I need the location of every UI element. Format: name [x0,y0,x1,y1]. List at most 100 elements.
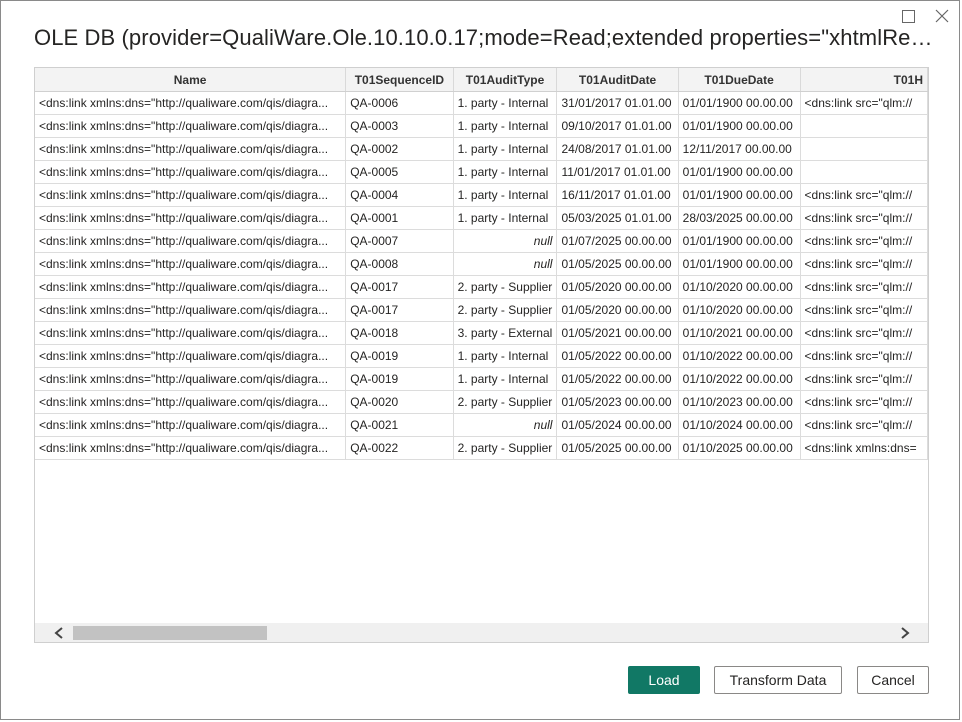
table-cell[interactable]: <dns:link src="qlm:// [800,390,928,414]
column-header[interactable]: T01AuditType [453,68,558,92]
table-cell[interactable]: <dns:link src="qlm:// [800,183,928,207]
table-cell[interactable]: 28/03/2025 00.00.00 [678,206,801,230]
table-row[interactable]: <dns:link xmlns:dns="http://qualiware.co… [35,252,928,276]
chevron-left-icon[interactable] [51,625,67,641]
table-row[interactable]: <dns:link xmlns:dns="http://qualiware.co… [35,160,928,184]
chevron-right-icon[interactable] [897,625,913,641]
table-row[interactable]: <dns:link xmlns:dns="http://qualiware.co… [35,390,928,414]
table-cell[interactable]: <dns:link xmlns:dns="http://qualiware.co… [35,367,347,391]
table-cell[interactable]: <dns:link xmlns:dns="http://qualiware.co… [35,321,347,345]
table-cell[interactable]: QA-0005 [345,160,454,184]
table-cell[interactable]: <dns:link xmlns:dns="http://qualiware.co… [35,275,347,299]
table-cell[interactable]: QA-0002 [345,137,454,161]
table-cell[interactable]: 05/03/2025 01.01.00 [556,206,679,230]
table-cell[interactable]: <dns:link src="qlm:// [800,298,928,322]
table-row[interactable]: <dns:link xmlns:dns="http://qualiware.co… [35,321,928,345]
table-cell[interactable]: 01/10/2021 00.00.00 [678,321,801,345]
table-cell[interactable]: <dns:link xmlns:dns="http://qualiware.co… [35,390,347,414]
table-row[interactable]: <dns:link xmlns:dns="http://qualiware.co… [35,413,928,437]
table-cell[interactable]: QA-0022 [345,436,454,460]
table-cell[interactable]: 01/10/2025 00.00.00 [678,436,801,460]
table-cell[interactable]: 01/05/2021 00.00.00 [556,321,679,345]
table-cell[interactable]: QA-0017 [345,298,454,322]
table-cell[interactable]: null [453,229,558,253]
table-cell[interactable]: 1. party - Internal [453,137,558,161]
table-cell[interactable]: 01/01/1900 00.00.00 [678,91,801,115]
table-cell[interactable]: <dns:link src="qlm:// [800,229,928,253]
table-cell[interactable]: 1. party - Internal [453,344,558,368]
table-cell[interactable]: <dns:link xmlns:dns="http://qualiware.co… [35,183,347,207]
table-cell[interactable]: 01/05/2022 00.00.00 [556,344,679,368]
table-cell[interactable]: <dns:link xmlns:dns= [800,436,928,460]
table-cell[interactable]: 2. party - Supplier [453,298,558,322]
table-row[interactable]: <dns:link xmlns:dns="http://qualiware.co… [35,298,928,322]
table-cell[interactable]: 1. party - Internal [453,206,558,230]
table-cell[interactable]: 01/05/2020 00.00.00 [556,298,679,322]
table-cell[interactable]: 01/10/2022 00.00.00 [678,344,801,368]
table-cell[interactable]: <dns:link src="qlm:// [800,275,928,299]
table-cell[interactable]: 1. party - Internal [453,160,558,184]
table-cell[interactable]: 01/01/1900 00.00.00 [678,114,801,138]
table-cell[interactable]: 01/01/1900 00.00.00 [678,160,801,184]
column-header[interactable]: T01H [800,68,928,92]
table-cell[interactable] [800,137,928,161]
table-cell[interactable]: <dns:link xmlns:dns="http://qualiware.co… [35,91,347,115]
table-cell[interactable]: <dns:link src="qlm:// [800,206,928,230]
table-cell[interactable]: QA-0008 [345,252,454,276]
table-cell[interactable]: 01/10/2023 00.00.00 [678,390,801,414]
table-cell[interactable]: 01/05/2024 00.00.00 [556,413,679,437]
table-cell[interactable]: 3. party - External [453,321,558,345]
table-row[interactable]: <dns:link xmlns:dns="http://qualiware.co… [35,229,928,253]
table-cell[interactable]: QA-0020 [345,390,454,414]
table-row[interactable]: <dns:link xmlns:dns="http://qualiware.co… [35,367,928,391]
table-cell[interactable]: QA-0007 [345,229,454,253]
table-row[interactable]: <dns:link xmlns:dns="http://qualiware.co… [35,344,928,368]
column-header[interactable]: T01AuditDate [556,68,679,92]
table-cell[interactable]: QA-0019 [345,367,454,391]
table-cell[interactable]: null [453,252,558,276]
table-cell[interactable] [800,160,928,184]
table-cell[interactable]: <dns:link xmlns:dns="http://qualiware.co… [35,298,347,322]
table-row[interactable]: <dns:link xmlns:dns="http://qualiware.co… [35,137,928,161]
scrollbar-thumb[interactable] [73,626,267,640]
table-cell[interactable]: QA-0019 [345,344,454,368]
table-cell[interactable]: QA-0021 [345,413,454,437]
table-cell[interactable]: 01/05/2025 00.00.00 [556,436,679,460]
table-cell[interactable]: 1. party - Internal [453,114,558,138]
table-cell[interactable]: 01/01/1900 00.00.00 [678,229,801,253]
table-cell[interactable]: <dns:link src="qlm:// [800,413,928,437]
table-cell[interactable]: 1. party - Internal [453,183,558,207]
table-cell[interactable]: 01/10/2024 00.00.00 [678,413,801,437]
table-cell[interactable]: <dns:link src="qlm:// [800,321,928,345]
table-cell[interactable]: <dns:link xmlns:dns="http://qualiware.co… [35,206,347,230]
table-cell[interactable]: 01/01/1900 00.00.00 [678,252,801,276]
table-cell[interactable]: 16/11/2017 01.01.00 [556,183,679,207]
close-icon[interactable] [933,7,951,25]
column-header[interactable]: Name [35,68,347,92]
table-cell[interactable]: <dns:link src="qlm:// [800,252,928,276]
column-header[interactable]: T01SequenceID [345,68,454,92]
table-cell[interactable]: QA-0004 [345,183,454,207]
table-cell[interactable]: QA-0017 [345,275,454,299]
table-cell[interactable]: <dns:link src="qlm:// [800,91,928,115]
table-row[interactable]: <dns:link xmlns:dns="http://qualiware.co… [35,275,928,299]
table-cell[interactable]: 01/05/2023 00.00.00 [556,390,679,414]
table-cell[interactable]: 01/01/1900 00.00.00 [678,183,801,207]
column-header[interactable]: T01DueDate [678,68,801,92]
table-cell[interactable]: 2. party - Supplier [453,436,558,460]
table-cell[interactable]: 24/08/2017 01.01.00 [556,137,679,161]
table-row[interactable]: <dns:link xmlns:dns="http://qualiware.co… [35,91,928,115]
load-button[interactable]: Load [628,666,700,694]
table-cell[interactable]: 11/01/2017 01.01.00 [556,160,679,184]
table-row[interactable]: <dns:link xmlns:dns="http://qualiware.co… [35,183,928,207]
table-cell[interactable]: <dns:link xmlns:dns="http://qualiware.co… [35,114,347,138]
table-row[interactable]: <dns:link xmlns:dns="http://qualiware.co… [35,206,928,230]
table-cell[interactable]: <dns:link xmlns:dns="http://qualiware.co… [35,137,347,161]
table-cell[interactable] [800,114,928,138]
table-cell[interactable]: 2. party - Supplier [453,390,558,414]
table-cell[interactable]: 1. party - Internal [453,367,558,391]
table-cell[interactable]: <dns:link src="qlm:// [800,367,928,391]
table-cell[interactable]: QA-0003 [345,114,454,138]
table-cell[interactable]: 09/10/2017 01.01.00 [556,114,679,138]
table-cell[interactable]: 31/01/2017 01.01.00 [556,91,679,115]
